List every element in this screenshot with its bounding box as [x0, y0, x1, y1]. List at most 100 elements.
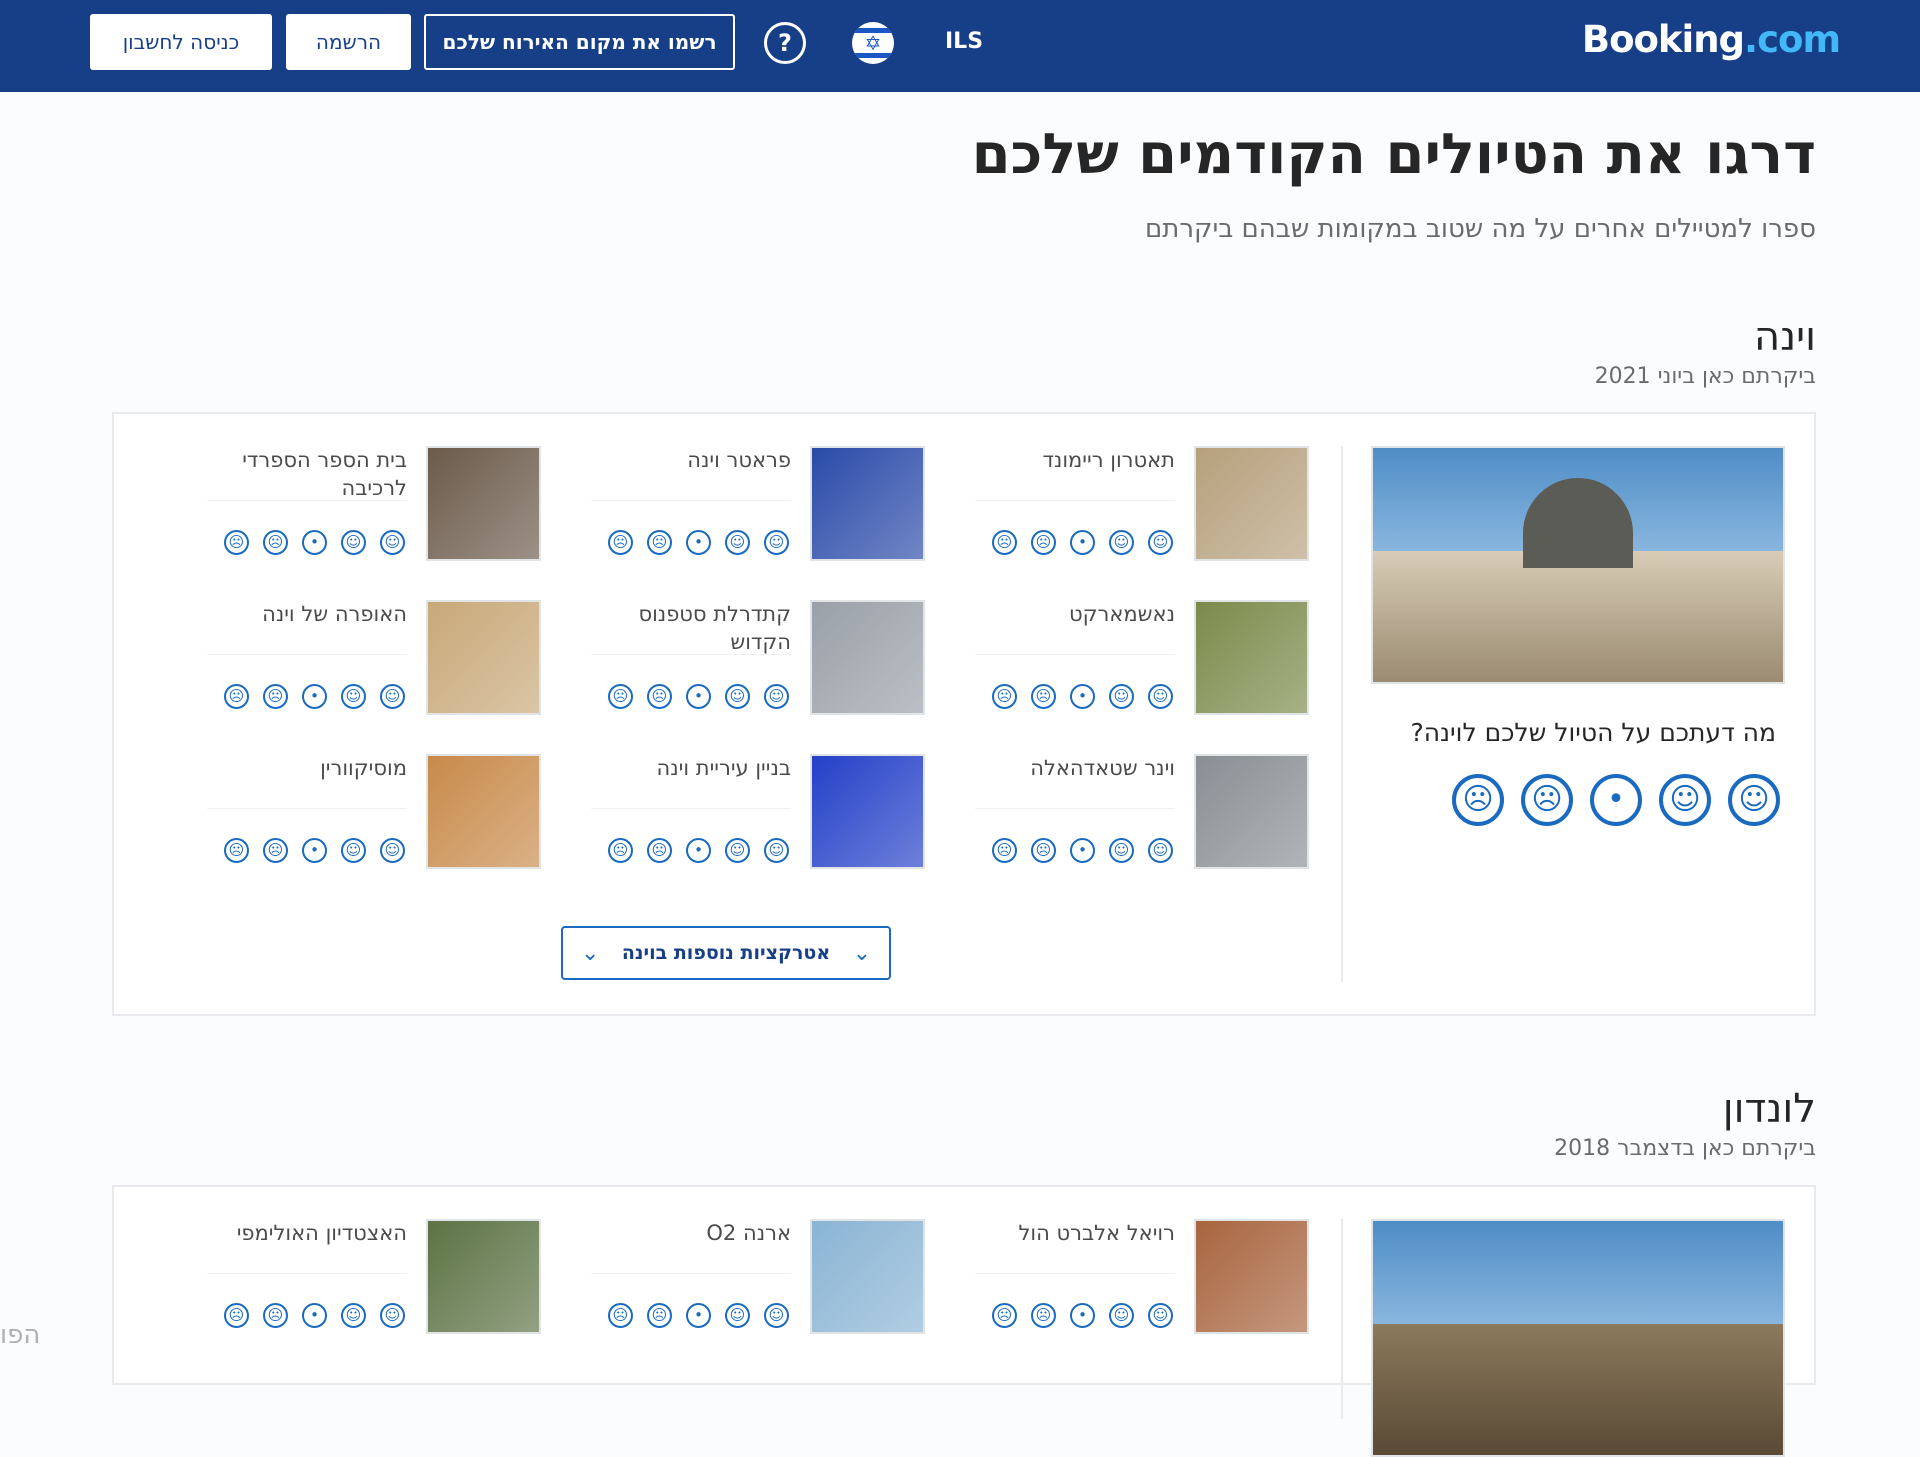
- attraction-thumbnail[interactable]: [810, 754, 925, 869]
- attraction-name: בניין עיריית וינה: [656, 756, 791, 780]
- face-good-icon[interactable]: ☺: [341, 838, 366, 863]
- face-neutral-icon[interactable]: •: [1070, 684, 1095, 709]
- face-bad-icon[interactable]: ☹: [647, 838, 672, 863]
- attraction-thumbnail[interactable]: [1194, 1219, 1309, 1334]
- face-awful-icon[interactable]: ☹: [992, 684, 1017, 709]
- face-awful-icon[interactable]: ☹: [992, 838, 1017, 863]
- face-bad-icon[interactable]: ☹: [1031, 684, 1056, 709]
- face-great-icon[interactable]: ☺: [1148, 1303, 1173, 1328]
- attraction-thumbnail[interactable]: [1194, 754, 1309, 869]
- attraction-thumbnail[interactable]: [1194, 600, 1309, 715]
- face-bad-icon[interactable]: ☹: [1521, 774, 1573, 826]
- attraction-name: קתדרלת סטפנוס הקדוש: [638, 602, 791, 654]
- face-neutral-icon[interactable]: •: [686, 530, 711, 555]
- attraction-thumbnail[interactable]: [426, 446, 541, 561]
- face-bad-icon[interactable]: ☹: [263, 1303, 288, 1328]
- face-awful-icon[interactable]: ☹: [224, 838, 249, 863]
- face-awful-icon[interactable]: ☹: [608, 684, 633, 709]
- face-neutral-icon[interactable]: •: [686, 838, 711, 863]
- face-good-icon[interactable]: ☺: [725, 684, 750, 709]
- face-good-icon[interactable]: ☺: [341, 1303, 366, 1328]
- face-great-icon[interactable]: ☺: [1148, 838, 1173, 863]
- attraction-rating: ☺ ☺ • ☹ ☹: [608, 838, 789, 863]
- attraction-thumbnail[interactable]: [1194, 446, 1309, 561]
- face-bad-icon[interactable]: ☹: [647, 530, 672, 555]
- face-good-icon[interactable]: ☺: [725, 1303, 750, 1328]
- face-good-icon[interactable]: ☺: [341, 684, 366, 709]
- face-bad-icon[interactable]: ☹: [1031, 1303, 1056, 1328]
- face-great-icon[interactable]: ☺: [1148, 684, 1173, 709]
- face-awful-icon[interactable]: ☹: [224, 684, 249, 709]
- london-feature-image: [1371, 1219, 1785, 1457]
- divider: [975, 1273, 1175, 1274]
- trip-rating: ☺ ☺ • ☹ ☹: [1452, 774, 1780, 826]
- divider: [207, 1273, 407, 1274]
- register-button[interactable]: הרשמה: [286, 14, 411, 70]
- face-neutral-icon[interactable]: •: [302, 530, 327, 555]
- attraction-card: מוסיקוורין ☺ ☺ • ☹ ☹: [207, 754, 541, 874]
- face-great-icon[interactable]: ☺: [1728, 774, 1780, 826]
- face-neutral-icon[interactable]: •: [302, 838, 327, 863]
- attraction-thumbnail[interactable]: [426, 600, 541, 715]
- face-neutral-icon[interactable]: •: [1070, 530, 1095, 555]
- face-awful-icon[interactable]: ☹: [224, 530, 249, 555]
- attraction-thumbnail[interactable]: [810, 1219, 925, 1334]
- attraction-name: מוסיקוורין: [320, 756, 407, 780]
- face-good-icon[interactable]: ☺: [725, 530, 750, 555]
- face-awful-icon[interactable]: ☹: [992, 530, 1017, 555]
- sign-in-button[interactable]: כניסה לחשבון: [90, 14, 272, 70]
- face-awful-icon[interactable]: ☹: [608, 838, 633, 863]
- more-attractions-button[interactable]: ⌄ אטרקציות נוספות בוינה ⌄: [561, 926, 891, 980]
- attraction-thumbnail[interactable]: [810, 600, 925, 715]
- attraction-rating: ☺ ☺ • ☹ ☹: [608, 1303, 789, 1328]
- face-great-icon[interactable]: ☺: [764, 838, 789, 863]
- face-bad-icon[interactable]: ☹: [263, 684, 288, 709]
- divider: [975, 654, 1175, 655]
- face-good-icon[interactable]: ☺: [1659, 774, 1711, 826]
- face-good-icon[interactable]: ☺: [341, 530, 366, 555]
- face-great-icon[interactable]: ☺: [380, 838, 405, 863]
- face-great-icon[interactable]: ☺: [764, 530, 789, 555]
- face-awful-icon[interactable]: ☹: [224, 1303, 249, 1328]
- currency-selector[interactable]: ILS: [945, 29, 983, 54]
- attraction-thumbnail[interactable]: [426, 754, 541, 869]
- attraction-thumbnail[interactable]: [810, 446, 925, 561]
- face-good-icon[interactable]: ☺: [1109, 530, 1134, 555]
- face-awful-icon[interactable]: ☹: [608, 1303, 633, 1328]
- face-good-icon[interactable]: ☺: [1109, 838, 1134, 863]
- face-bad-icon[interactable]: ☹: [263, 838, 288, 863]
- help-icon[interactable]: ?: [764, 22, 806, 64]
- face-great-icon[interactable]: ☺: [764, 684, 789, 709]
- face-great-icon[interactable]: ☺: [380, 684, 405, 709]
- face-neutral-icon[interactable]: •: [1070, 1303, 1095, 1328]
- face-great-icon[interactable]: ☺: [380, 1303, 405, 1328]
- face-good-icon[interactable]: ☺: [1109, 684, 1134, 709]
- face-awful-icon[interactable]: ☹: [992, 1303, 1017, 1328]
- face-awful-icon[interactable]: ☹: [1452, 774, 1504, 826]
- face-neutral-icon[interactable]: •: [686, 1303, 711, 1328]
- face-bad-icon[interactable]: ☹: [1031, 838, 1056, 863]
- face-bad-icon[interactable]: ☹: [1031, 530, 1056, 555]
- language-flag-icon[interactable]: ✡: [852, 22, 894, 64]
- divider: [207, 654, 407, 655]
- face-good-icon[interactable]: ☺: [725, 838, 750, 863]
- attraction-name: רויאל אלברט הול: [1018, 1221, 1175, 1245]
- face-bad-icon[interactable]: ☹: [647, 684, 672, 709]
- face-neutral-icon[interactable]: •: [1070, 838, 1095, 863]
- face-great-icon[interactable]: ☺: [764, 1303, 789, 1328]
- attraction-rating: ☺ ☺ • ☹ ☹: [224, 684, 405, 709]
- face-good-icon[interactable]: ☺: [1109, 1303, 1134, 1328]
- face-bad-icon[interactable]: ☹: [647, 1303, 672, 1328]
- face-awful-icon[interactable]: ☹: [608, 530, 633, 555]
- face-neutral-icon[interactable]: •: [302, 684, 327, 709]
- attraction-rating: ☺ ☺ • ☹ ☹: [992, 684, 1173, 709]
- booking-logo[interactable]: Booking.com: [1582, 18, 1841, 61]
- face-neutral-icon[interactable]: •: [1590, 774, 1642, 826]
- face-bad-icon[interactable]: ☹: [263, 530, 288, 555]
- face-neutral-icon[interactable]: •: [302, 1303, 327, 1328]
- face-great-icon[interactable]: ☺: [1148, 530, 1173, 555]
- list-property-button[interactable]: רשמו את מקום האירוח שלכם: [424, 14, 735, 70]
- face-neutral-icon[interactable]: •: [686, 684, 711, 709]
- attraction-thumbnail[interactable]: [426, 1219, 541, 1334]
- face-great-icon[interactable]: ☺: [380, 530, 405, 555]
